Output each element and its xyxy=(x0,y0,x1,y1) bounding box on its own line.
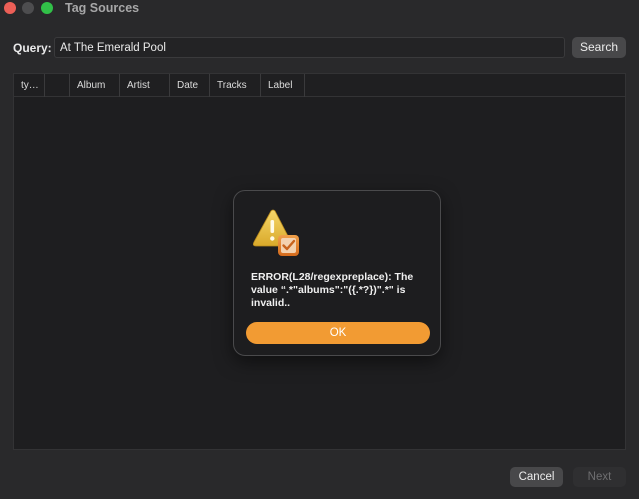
column-header-album[interactable]: Album xyxy=(70,74,120,97)
column-header-label[interactable]: Label xyxy=(261,74,305,97)
title-bar: Tag Sources xyxy=(0,0,639,18)
error-dialog: ERROR(L28/regexpreplace): The value “.*"… xyxy=(233,190,441,356)
next-button[interactable]: Next xyxy=(573,467,626,487)
close-window-button[interactable] xyxy=(4,2,16,14)
query-label: Query: xyxy=(13,41,52,55)
column-header-blank[interactable] xyxy=(45,74,70,97)
error-message: ERROR(L28/regexpreplace): The value “.*"… xyxy=(251,271,414,309)
column-header-type[interactable]: ty… xyxy=(14,74,45,97)
warning-icon xyxy=(251,209,301,257)
window-title: Tag Sources xyxy=(65,1,140,15)
minimize-window-button[interactable] xyxy=(22,2,34,14)
query-input[interactable]: At The Emerald Pool xyxy=(54,37,565,58)
cancel-button[interactable]: Cancel xyxy=(510,467,563,487)
ok-button[interactable]: OK xyxy=(246,322,430,344)
column-header-date[interactable]: Date xyxy=(170,74,210,97)
search-button[interactable]: Search xyxy=(572,37,626,58)
table-header: ty… Album Artist Date Tracks Label xyxy=(14,74,625,97)
column-header-artist[interactable]: Artist xyxy=(120,74,170,97)
zoom-window-button[interactable] xyxy=(41,2,53,14)
column-header-tracks[interactable]: Tracks xyxy=(210,74,261,97)
